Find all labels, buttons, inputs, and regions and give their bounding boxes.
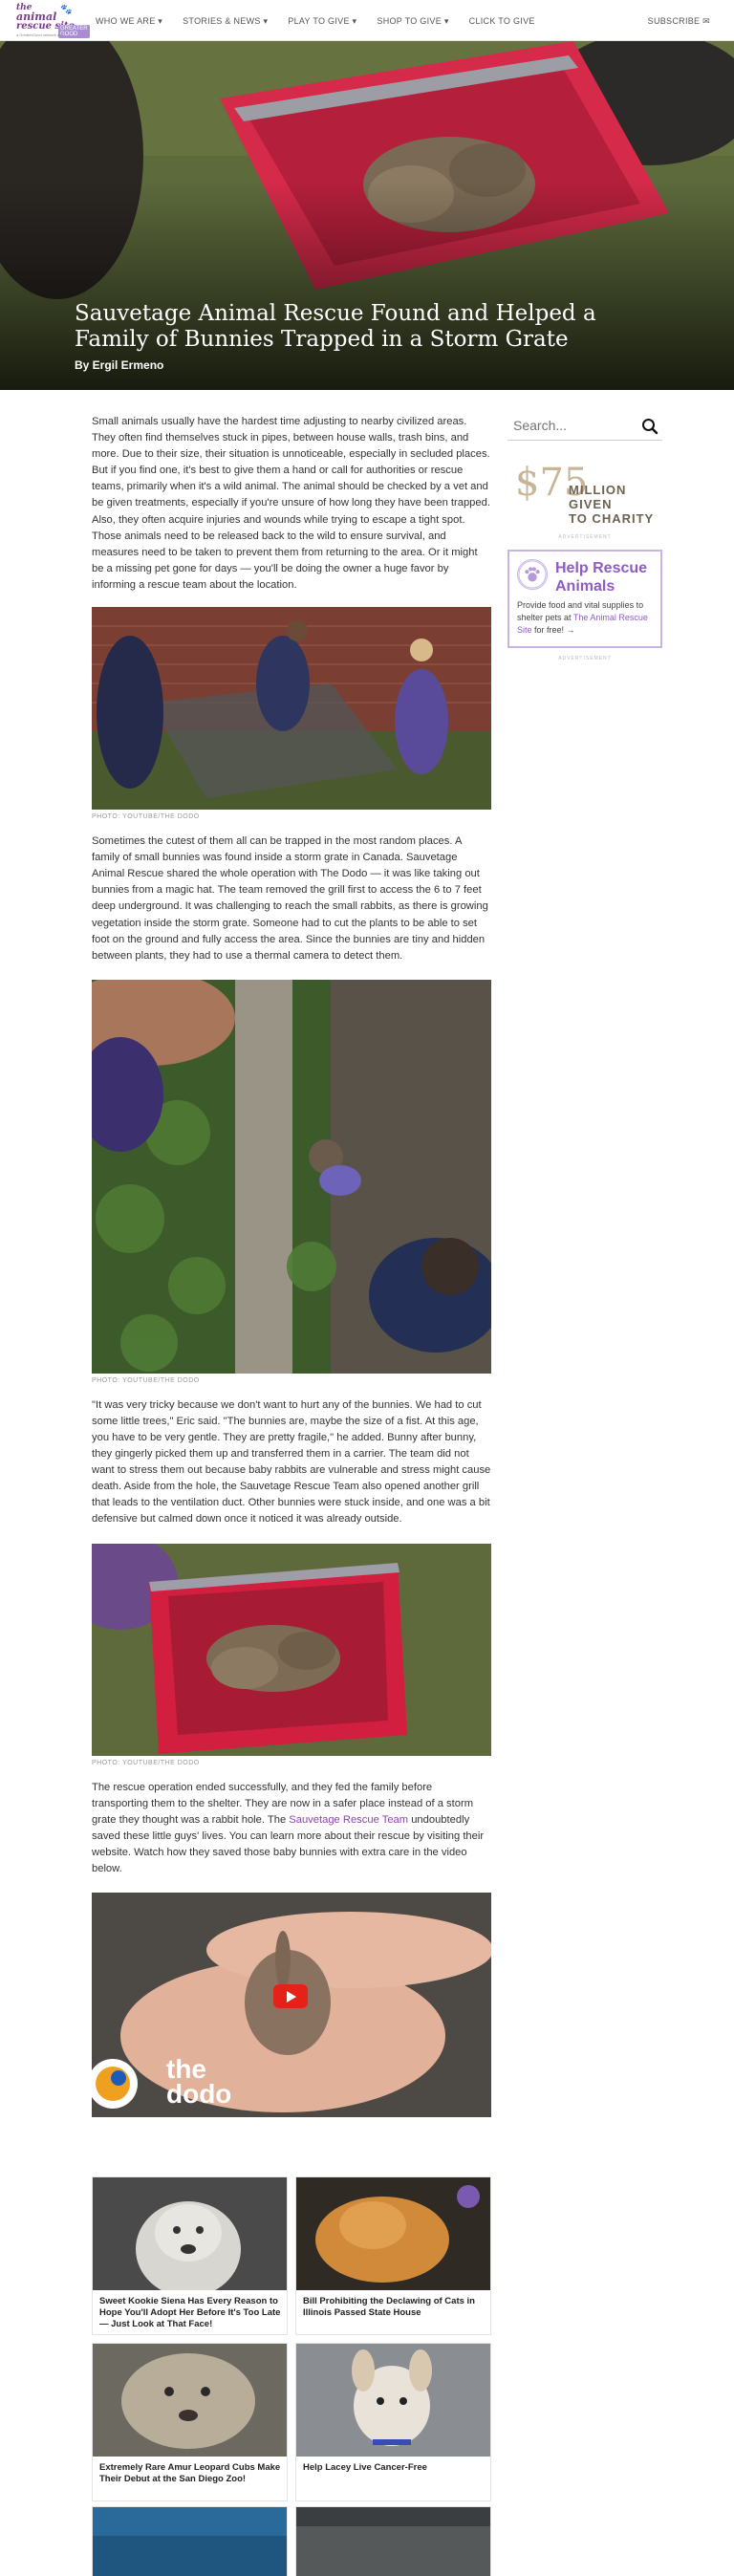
article-photo-3	[92, 1543, 491, 1756]
related-card-2[interactable]: Bill Prohibiting the Declawing of Cats i…	[295, 2176, 491, 2335]
sauvetage-rescue-team-link[interactable]: Sauvetage Rescue Team	[289, 1814, 408, 1826]
bunny-handling-photo	[92, 979, 491, 1374]
article-photo-1	[92, 607, 491, 811]
related-title-4[interactable]: Help Lacey Live Cancer-Free	[303, 2462, 485, 2474]
youtube-play-icon[interactable]	[273, 1984, 308, 2009]
nav-item-stories-news[interactable]: STORIES & NEWS ▾	[183, 16, 268, 27]
article-title: Sauvetage Animal Rescue Found and Helped…	[75, 301, 596, 352]
related-image-1	[93, 2177, 287, 2290]
site-logo[interactable]: the animal rescue site 🐾 GREATER GOOD a …	[16, 4, 90, 38]
advertisement-label: ADVERTISEMENT	[558, 534, 612, 540]
photo-caption-2: PHOTO: YOUTUBE/THE DODO	[92, 1376, 200, 1384]
nav-item-click-to-give[interactable]: CLICK TO GIVE	[469, 16, 535, 27]
nav-item-shop-to-give[interactable]: SHOP TO GIVE ▾	[377, 16, 448, 27]
nav-item-play-to-give[interactable]: PLAY TO GIVE ▾	[288, 16, 356, 27]
article-paragraph-2: Sometimes the cutest of them all can be …	[92, 835, 488, 962]
help-title: Help Rescue Animals	[555, 560, 648, 595]
site-header: the animal rescue site 🐾 GREATER GOOD a …	[0, 0, 734, 41]
advertisement-label-2: ADVERTISEMENT	[558, 656, 612, 661]
charity-text-line-2: TO CHARITY	[569, 511, 655, 526]
related-image-6	[296, 2507, 490, 2576]
logo-tagline: a GreaterGood network site	[16, 32, 64, 37]
related-title-1[interactable]: Sweet Kookie Siena Has Every Reason to H…	[99, 2296, 281, 2330]
article-paragraph-4: The rescue operation ended successfully,…	[92, 1780, 491, 1878]
charity-text-line-1: MILLION GIVEN	[569, 483, 627, 511]
article-paragraph-3: "It was very tricky because we don't wan…	[92, 1398, 491, 1526]
bunnies-in-carrier-photo	[92, 1543, 491, 1756]
related-card-1[interactable]: Sweet Kookie Siena Has Every Reason to H…	[92, 2176, 288, 2335]
search-icon[interactable]	[641, 418, 658, 435]
video-embed[interactable]: the dodo	[92, 1893, 491, 2118]
article-byline[interactable]: By Ergil Ermeno	[75, 358, 163, 372]
article-body: Small animals usually have the hardest t…	[92, 414, 491, 2118]
photo-caption-3: PHOTO: YOUTUBE/THE DODO	[92, 1759, 200, 1766]
charity-total-banner[interactable]: $75 MILLION GIVEN TO CHARITY	[507, 460, 662, 534]
related-image-4	[296, 2344, 490, 2457]
paw-icon	[517, 559, 548, 590]
related-card-5[interactable]	[92, 2506, 288, 2576]
help-text-b: for free! →	[531, 625, 575, 635]
nav-item-who-we-are[interactable]: WHO WE ARE ▾	[96, 16, 162, 27]
article-photo-2	[92, 979, 491, 1374]
related-image-2	[296, 2177, 490, 2290]
related-image-5	[93, 2507, 287, 2576]
sidebar: $75 MILLION GIVEN TO CHARITY ADVERTISEME…	[507, 414, 662, 661]
search-box	[507, 414, 662, 441]
paw-icon: 🐾	[60, 5, 73, 15]
related-title-3[interactable]: Extremely Rare Amur Leopard Cubs Make Th…	[99, 2462, 281, 2485]
help-text: Provide food and vital supplies to shelt…	[517, 599, 651, 637]
help-rescue-animals-box[interactable]: Help Rescue Animals Provide food and vit…	[507, 550, 662, 648]
related-card-3[interactable]: Extremely Rare Amur Leopard Cubs Make Th…	[92, 2343, 288, 2501]
subscribe-link[interactable]: SUBSCRIBE ✉	[648, 16, 710, 27]
photo-caption-1: PHOTO: YOUTUBE/THE DODO	[92, 813, 200, 821]
video-brand-label: the dodo	[166, 2054, 232, 2110]
related-card-4[interactable]: Help Lacey Live Cancer-Free	[295, 2343, 491, 2501]
related-title-2[interactable]: Bill Prohibiting the Declawing of Cats i…	[303, 2296, 485, 2319]
search-input[interactable]	[513, 418, 628, 433]
rescuers-photo	[92, 607, 491, 811]
related-image-3	[93, 2344, 287, 2457]
hero-banner: Sauvetage Animal Rescue Found and Helped…	[0, 41, 734, 390]
charity-text: MILLION GIVEN TO CHARITY	[569, 483, 662, 526]
related-card-6[interactable]	[295, 2506, 491, 2576]
article-paragraph-1: Small animals usually have the hardest t…	[92, 416, 490, 591]
main-nav: WHO WE ARE ▾ STORIES & NEWS ▾ PLAY TO GI…	[96, 16, 535, 27]
